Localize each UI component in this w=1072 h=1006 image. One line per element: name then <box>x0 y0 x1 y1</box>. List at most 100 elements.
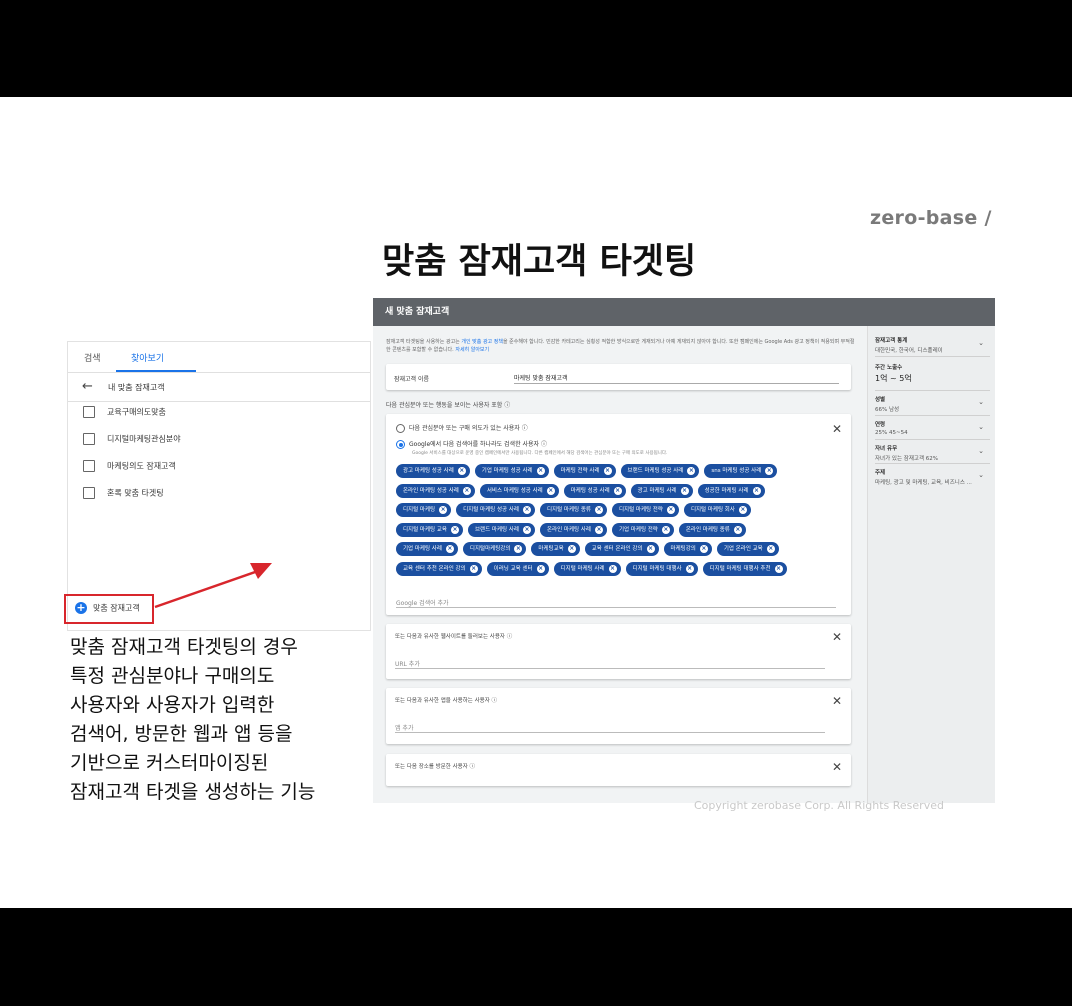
audience-insights-sidebar: 잠재고객 통계 대한민국, 한국어, 디스플레이 ⌄ 주간 노출수 1억 ~ 5억 성… <box>867 326 995 803</box>
insight-parental[interactable]: 자녀 유무 자녀가 있는 잠재고객 62% ⌄ <box>875 444 990 462</box>
keyword-chip[interactable]: 마케팅교육 × <box>531 542 580 557</box>
keyword-chip[interactable]: 서비스 마케팅 성공 사례 × <box>479 483 559 498</box>
remove-chip-icon[interactable]: × <box>603 467 612 475</box>
keyword-chip[interactable]: 디지털 마케팅 회사 × <box>683 503 751 518</box>
websites-card: 또는 다음과 유사한 웹사이트를 둘러보는 사용자 ⓘ ✕ URL 추가 <box>386 624 851 679</box>
remove-chip-icon[interactable]: × <box>613 486 622 495</box>
keyword-chip[interactable]: 브랜드 마케팅 성공 사례 × <box>620 464 700 478</box>
insight-gender[interactable]: 성별 66% 남성 ⌄ <box>875 395 990 413</box>
insight-location[interactable]: 잠재고객 통계 대한민국, 한국어, 디스플레이 ⌄ <box>875 336 990 354</box>
remove-chip-icon[interactable]: × <box>462 486 471 495</box>
keyword-chip[interactable]: 디지털 마케팅 사례 × <box>553 561 621 576</box>
keyword-chip[interactable]: 디지털 마케팅 전략 × <box>611 503 679 518</box>
close-icon[interactable]: ✕ <box>832 761 842 773</box>
remove-chip-icon[interactable]: × <box>666 506 675 515</box>
keyword-chips: 광고 마케팅 성공 사례 × 기업 마케팅 성공 사례 × 마케팅 전략 사례 × 브랜드 … <box>396 464 836 582</box>
chevron-down-icon[interactable]: ⌄ <box>978 339 984 347</box>
url-input[interactable]: URL 추가 <box>395 659 420 668</box>
remove-chip-icon[interactable]: × <box>594 506 603 515</box>
keyword-chip[interactable]: 기업 마케팅 사례 × <box>396 542 458 557</box>
apps-card: 또는 다음과 유사한 앱을 사용하는 사용자 ⓘ ✕ 앱 추가 <box>386 688 851 744</box>
remove-chip-icon[interactable]: × <box>752 486 761 495</box>
insight-topics[interactable]: 주제 마케팅, 광고 및 마케팅, 교육, 비즈니스 ... ⌄ <box>875 468 990 486</box>
close-icon[interactable]: ✕ <box>832 631 842 643</box>
policy-link[interactable]: 개인 맞춤 광고 정책 <box>461 339 503 345</box>
app-input[interactable]: 앱 추가 <box>395 723 413 732</box>
audience-name-input[interactable]: 마케팅 맞춤 잠재고객 <box>514 373 568 382</box>
audience-name-card: 잠재고객 이름 마케팅 맞춤 잠재고객 <box>386 364 851 390</box>
keyword-chip[interactable]: 디지털 마케팅 교육 × <box>396 522 463 537</box>
keyword-chip[interactable]: 기업 마케팅 성공 사례 × <box>474 464 549 478</box>
radio-note: Google 서비스를 대상으로 운영 중인 캠페인에서만 사용됩니다. 다른 … <box>412 451 668 456</box>
chevron-down-icon[interactable]: ⌄ <box>978 471 984 479</box>
remove-chip-icon[interactable]: × <box>514 545 523 554</box>
keyword-chip[interactable]: 광고 마케팅 성공 사례 × <box>396 464 470 478</box>
remove-chip-icon[interactable]: × <box>536 467 545 475</box>
keyword-chip-label: 마케팅강의 <box>670 546 696 553</box>
chevron-down-icon[interactable]: ⌄ <box>978 447 984 455</box>
close-icon[interactable]: ✕ <box>832 423 842 435</box>
remove-chip-icon[interactable]: × <box>685 564 694 573</box>
insight-age[interactable]: 연령 25% 45~54 ⌄ <box>875 420 990 436</box>
remove-chip-icon[interactable]: × <box>522 506 531 515</box>
radio-selected-icon[interactable] <box>396 440 405 449</box>
remove-chip-icon[interactable]: × <box>661 525 670 534</box>
remove-chip-icon[interactable]: × <box>445 545 454 554</box>
keyword-chip[interactable]: 성공한 마케팅 사례 × <box>697 483 765 498</box>
keyword-chip[interactable]: 마케팅강의 × <box>663 542 712 557</box>
radio-search-terms[interactable]: Google에서 다음 검색어를 하나라도 검색한 사용자 ⓘ <box>396 439 547 449</box>
remove-chip-icon[interactable]: × <box>546 486 555 495</box>
keyword-chip[interactable]: 교육 센터 추천 온라인 강의 × <box>396 561 482 576</box>
keyword-chip[interactable]: sns 마케팅 성공 사례 × <box>704 464 778 478</box>
keyword-chip[interactable]: 브랜드 마케팅 사례 × <box>467 522 535 537</box>
remove-chip-icon[interactable]: × <box>439 506 448 515</box>
keyword-chip[interactable]: 디지털 마케팅 대행사 추천 × <box>702 561 787 576</box>
insight-value: 자녀가 있는 잠재고객 62% <box>875 456 939 462</box>
keyword-chip[interactable]: 디지털 마케팅 성공 사례 × <box>456 503 535 518</box>
remove-chip-icon[interactable]: × <box>765 467 774 475</box>
keyword-chip[interactable]: 광고 마케팅 사례 × <box>630 483 693 498</box>
chevron-down-icon[interactable]: ⌄ <box>978 398 984 406</box>
remove-chip-icon[interactable]: × <box>608 564 617 573</box>
remove-chip-icon[interactable]: × <box>522 525 531 534</box>
keyword-chip[interactable]: 마케팅 성공 사례 × <box>563 483 626 498</box>
remove-chip-icon[interactable]: × <box>738 506 747 515</box>
close-icon[interactable]: ✕ <box>832 695 842 707</box>
keyword-chip[interactable]: 온라인 마케팅 성공 사례 × <box>396 483 475 498</box>
remove-chip-icon[interactable]: × <box>699 545 708 554</box>
remove-chip-icon[interactable]: × <box>594 525 603 534</box>
keyword-chip[interactable]: 기업 마케팅 전략 × <box>611 522 674 537</box>
copyright: Copyright zerobase Corp. All Rights Rese… <box>694 799 944 812</box>
keyword-chip[interactable]: 디지털 마케팅 대행사 × <box>625 561 698 576</box>
input-underline <box>395 668 825 669</box>
keyword-input[interactable]: Google 검색어 추가 <box>396 598 449 607</box>
remove-chip-icon[interactable]: × <box>646 545 655 554</box>
remove-chip-icon[interactable]: × <box>774 564 783 573</box>
remove-chip-icon[interactable]: × <box>766 545 775 554</box>
keyword-chip-label: 디지털 마케팅 교육 <box>403 526 447 533</box>
radio-icon[interactable] <box>396 424 405 433</box>
remove-chip-icon[interactable]: × <box>469 564 478 573</box>
keyword-chip-label: 디지털 마케팅 대행사 <box>632 565 682 572</box>
remove-chip-icon[interactable]: × <box>680 486 689 495</box>
chevron-down-icon[interactable]: ⌄ <box>978 423 984 431</box>
remove-chip-icon[interactable]: × <box>450 525 459 534</box>
keyword-chip[interactable]: 교육 센터 온라인 강의 × <box>584 542 659 557</box>
keyword-chip[interactable]: 이러닝 교육 센터 × <box>486 561 549 576</box>
remove-chip-icon[interactable]: × <box>536 564 545 573</box>
keyword-chip[interactable]: 디지털 마케팅 종류 × <box>539 503 607 518</box>
keyword-chip[interactable]: 온라인 마케팅 사례 × <box>539 522 607 537</box>
remove-chip-icon[interactable]: × <box>457 467 466 475</box>
keyword-chip[interactable]: 마케팅 전략 사례 × <box>553 464 616 478</box>
keyword-chip[interactable]: 기업 온라인 교육 × <box>716 542 779 557</box>
chip-row: 기업 마케팅 사례 × 디지털마케팅강의 × 마케팅교육 × 교육 센터 온라인 강의 × 마케… <box>396 542 836 562</box>
keyword-chip[interactable]: 디지털마케팅강의 × <box>462 542 527 557</box>
radio-interest[interactable]: 다음 관심분야 또는 구매 의도가 있는 사용자 ⓘ <box>396 423 528 433</box>
remove-chip-icon[interactable]: × <box>687 467 696 475</box>
learn-more-link[interactable]: 자세히 알아보기 <box>455 347 489 353</box>
keyword-chip-label: 디지털 마케팅 사례 <box>560 565 605 572</box>
keyword-chip[interactable]: 온라인 마케팅 종류 × <box>678 522 746 537</box>
remove-chip-icon[interactable]: × <box>733 525 742 534</box>
keyword-chip[interactable]: 디지털 마케팅 × <box>396 503 452 518</box>
remove-chip-icon[interactable]: × <box>567 545 576 554</box>
